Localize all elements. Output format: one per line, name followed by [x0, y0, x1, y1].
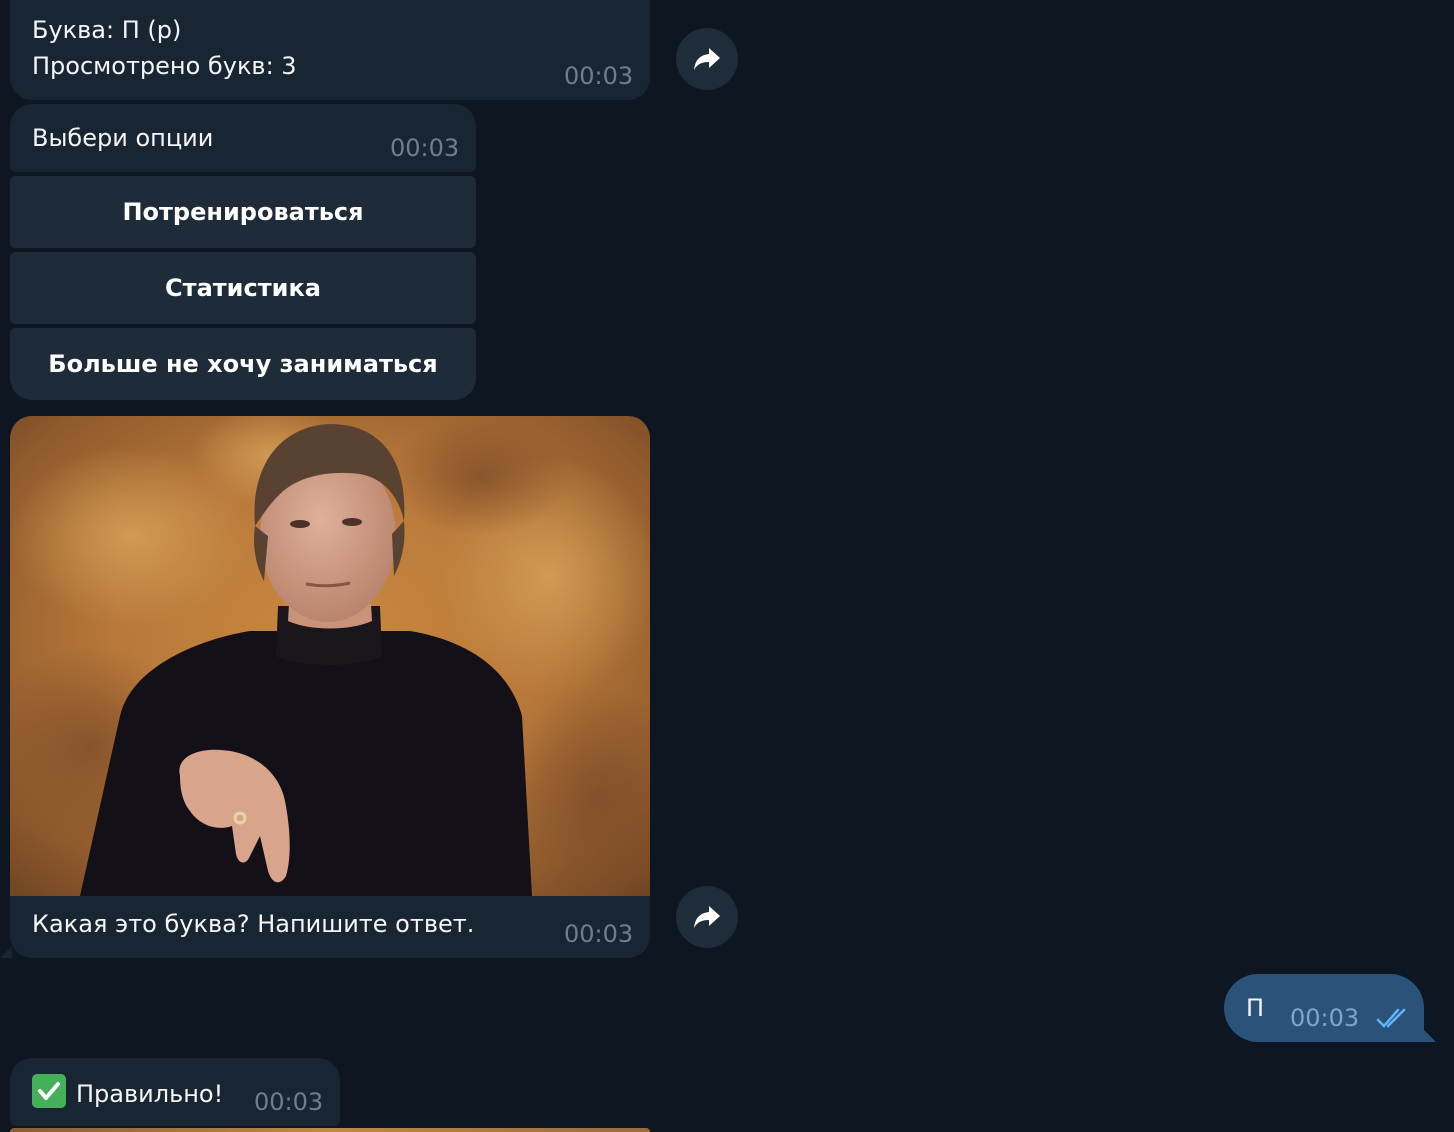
forward-icon — [694, 48, 720, 70]
sign-language-photo[interactable] — [10, 416, 650, 896]
message-time: 00:03 — [564, 920, 634, 948]
forward-button[interactable] — [676, 28, 738, 90]
person-signing-image — [10, 416, 650, 896]
bubble-tail — [0, 946, 12, 958]
viewed-count: Просмотрено букв: 3 — [32, 52, 297, 80]
statistics-button[interactable]: Статистика — [10, 252, 476, 324]
user-reply-message: П 00:03 — [1224, 974, 1424, 1042]
forward-button[interactable] — [676, 886, 738, 948]
result-message: Правильно! 00:03 — [10, 1058, 340, 1126]
message-time: 00:03 — [390, 134, 460, 162]
train-button[interactable]: Потренироваться — [10, 176, 476, 248]
photo-caption-message: Какая это буква? Напишите ответ. 00:03 — [10, 896, 650, 958]
options-prompt-text: Выбери опции — [32, 124, 214, 152]
bubble-tail — [1424, 1030, 1436, 1042]
stop-learning-button[interactable]: Больше не хочу заниматься — [10, 328, 476, 400]
letter-label: Буква: П (р) — [32, 16, 182, 44]
forward-icon — [694, 906, 720, 928]
result-text-wrap: Правильно! — [32, 1074, 223, 1112]
result-text: Правильно! — [76, 1080, 224, 1108]
photo-caption: Какая это буква? Напишите ответ. — [32, 910, 475, 938]
double-check-icon — [1376, 1008, 1406, 1028]
message-time: 00:03 — [1290, 1004, 1360, 1032]
message-time: 00:03 — [564, 62, 634, 90]
letter-card-message: Буква: П (р) Просмотрено букв: 3 00:03 — [10, 0, 650, 100]
user-reply-text: П — [1246, 994, 1265, 1022]
message-time: 00:03 — [254, 1088, 324, 1116]
chat-history: Буква: П (р) Просмотрено букв: 3 00:03 В… — [0, 0, 1454, 1132]
check-mark-icon — [32, 1074, 66, 1108]
next-photo-edge — [10, 1128, 650, 1132]
options-prompt-message: Выбери опции 00:03 — [10, 104, 476, 172]
